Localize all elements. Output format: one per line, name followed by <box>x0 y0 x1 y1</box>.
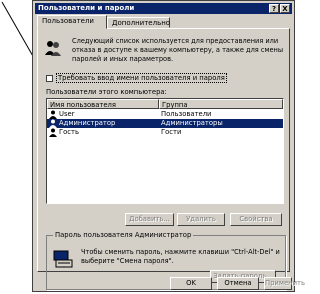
user-name-cell: Гость <box>59 128 80 136</box>
user-group-cell: Пользователи <box>161 110 212 118</box>
help-button[interactable]: ? <box>269 4 279 13</box>
users-and-passwords-dialog: Пользователи и пароли ? X Пользователи Д… <box>32 0 305 292</box>
users-list[interactable]: Имя пользователя Группа User Пользовател… <box>46 98 284 204</box>
window-title: Пользователи и пароли <box>38 4 135 12</box>
require-login-checkbox[interactable] <box>46 75 53 82</box>
close-button[interactable]: X <box>280 4 290 13</box>
password-instructions: Чтобы сменить пароль, нажмите клавиши "C… <box>81 248 280 265</box>
table-row[interactable]: Гость Гости <box>47 128 283 137</box>
info-text: Следующий список используется для предос… <box>72 37 284 63</box>
user-name-cell: Администратор <box>59 119 116 127</box>
table-row[interactable]: Администратор Администраторы <box>47 119 283 128</box>
column-header-username[interactable]: Имя пользователя <box>47 99 159 109</box>
apply-button[interactable]: Применить <box>264 277 305 290</box>
table-row[interactable]: User Пользователи <box>47 110 283 119</box>
user-icon <box>49 119 57 128</box>
user-group-cell: Гости <box>161 128 182 136</box>
users-list-header: Имя пользователя Группа <box>47 99 283 109</box>
keyboard-icon <box>53 250 73 268</box>
require-login-label[interactable]: Требовать ввод имени пользователя и паро… <box>56 73 227 83</box>
delete-user-button[interactable]: Удалить <box>177 213 225 226</box>
users-icon <box>45 41 61 56</box>
password-group-title: Пароль пользователя Администратор <box>53 231 194 239</box>
tab-advanced[interactable]: Дополнительно <box>107 17 170 28</box>
title-bar[interactable]: Пользователи и пароли ? X <box>35 3 292 14</box>
add-user-button[interactable]: Добавить... <box>125 213 174 226</box>
user-group-cell: Администраторы <box>161 119 223 127</box>
tab-users[interactable]: Пользователи <box>37 15 107 29</box>
cancel-button[interactable]: Отмена <box>217 277 259 290</box>
user-name-cell: User <box>59 110 75 118</box>
users-tab-panel: Следующий список используется для предос… <box>37 28 290 290</box>
column-header-group[interactable]: Группа <box>159 99 283 109</box>
user-properties-button[interactable]: Свойства <box>230 213 282 226</box>
ok-button[interactable]: OK <box>170 277 212 290</box>
user-icon <box>49 128 57 137</box>
user-icon <box>49 110 57 119</box>
users-section-label: Пользователи этого компьютера: <box>46 88 167 96</box>
